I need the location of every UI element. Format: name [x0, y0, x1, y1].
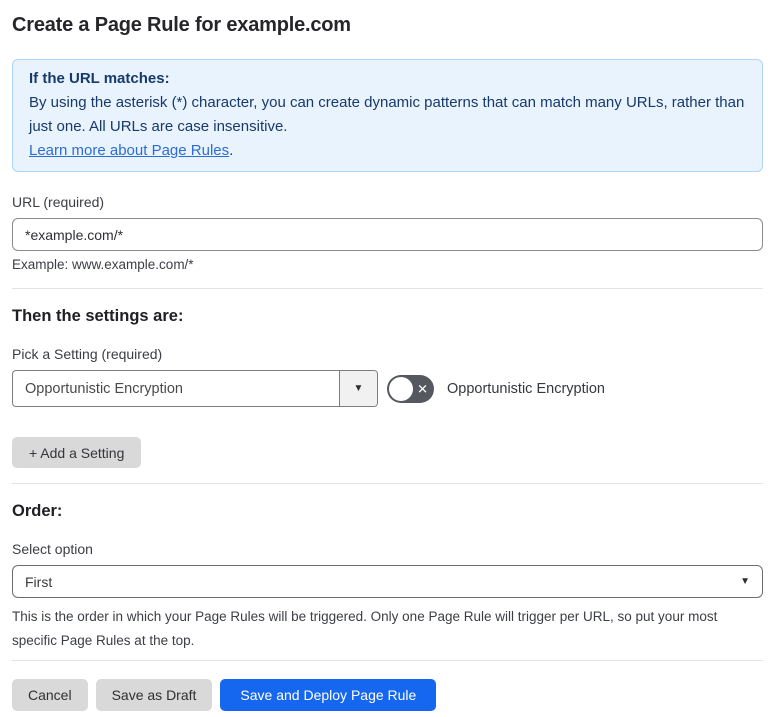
- url-match-info-box: If the URL matches: By using the asteris…: [12, 59, 763, 172]
- save-draft-button[interactable]: Save as Draft: [95, 679, 213, 711]
- settings-section-heading: Then the settings are:: [12, 307, 184, 325]
- order-select-label: Select option: [12, 541, 93, 557]
- url-input[interactable]: [12, 218, 763, 251]
- save-deploy-button[interactable]: Save and Deploy Page Rule: [220, 679, 437, 711]
- page-rule-form: Create a Page Rule for example.com If th…: [0, 0, 775, 717]
- add-setting-button[interactable]: + Add a Setting: [12, 437, 142, 468]
- info-box-body-text: By using the asterisk (*) character, you…: [29, 94, 745, 135]
- learn-more-link[interactable]: Learn more about Page Rules: [29, 142, 229, 159]
- divider: [12, 288, 763, 289]
- toggle-knob: [389, 376, 413, 401]
- setting-select-arrow-button[interactable]: ▼: [339, 371, 377, 406]
- order-section-heading: Order:: [12, 502, 63, 520]
- opportunistic-encryption-toggle[interactable]: ✕: [387, 374, 434, 403]
- info-box-body: By using the asterisk (*) character, you…: [29, 91, 746, 139]
- setting-select-value: Opportunistic Encryption: [25, 380, 183, 397]
- order-select-value: First: [25, 573, 53, 590]
- toggle-label: Opportunistic Encryption: [447, 380, 605, 397]
- page-title: Create a Page Rule for example.com: [12, 14, 351, 36]
- divider: [12, 483, 763, 484]
- link-suffix: .: [229, 142, 234, 159]
- setting-select[interactable]: Opportunistic Encryption ▼: [12, 370, 378, 407]
- pick-setting-label: Pick a Setting (required): [12, 346, 163, 362]
- toggle-off-x-icon: ✕: [417, 381, 428, 396]
- setting-row: Opportunistic Encryption ▼ ✕ Opportunist…: [12, 370, 763, 407]
- order-select[interactable]: First ▼: [12, 565, 763, 598]
- chevron-down-icon: ▼: [740, 576, 750, 587]
- url-example-helper: Example: www.example.com/*: [12, 257, 194, 272]
- url-label: URL (required): [12, 194, 105, 210]
- info-box-heading: If the URL matches:: [29, 70, 170, 87]
- cancel-button[interactable]: Cancel: [12, 679, 88, 711]
- form-actions: Cancel Save as Draft Save and Deploy Pag…: [12, 679, 763, 711]
- info-box-link-line: Learn more about Page Rules.: [29, 139, 746, 163]
- chevron-down-icon: ▼: [353, 383, 364, 394]
- divider: [12, 660, 763, 661]
- order-helper-text: This is the order in which your Page Rul…: [12, 609, 718, 648]
